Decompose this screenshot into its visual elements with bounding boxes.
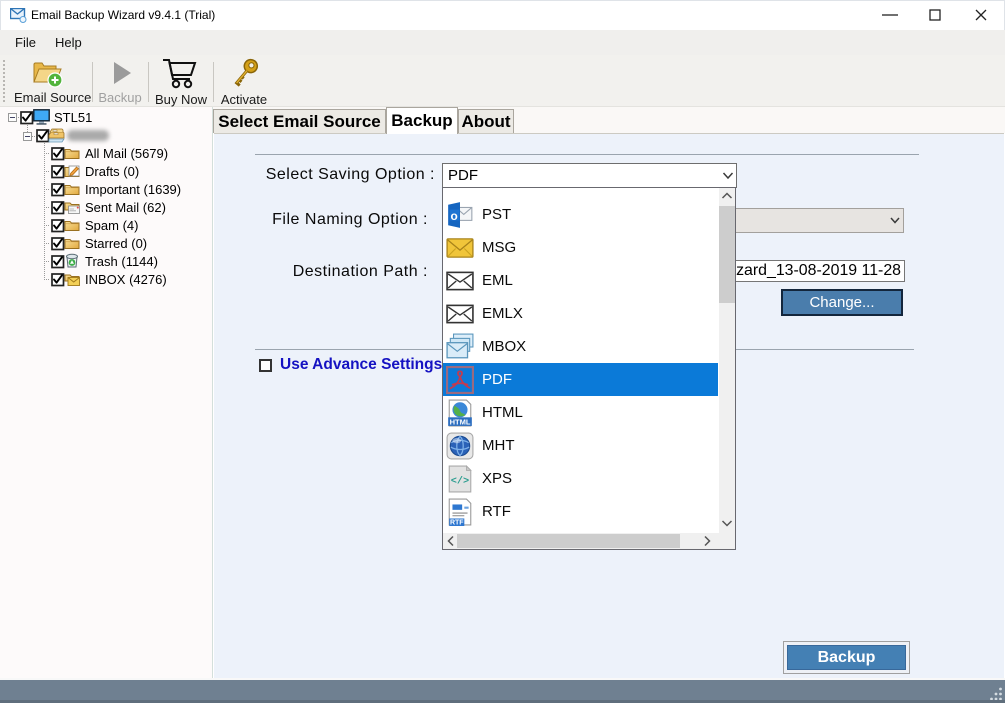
svg-text:</>: </> (451, 475, 469, 487)
svg-text:o: o (450, 209, 457, 223)
svg-text:RTF: RTF (450, 520, 464, 526)
svg-text:HTML: HTML (450, 417, 471, 426)
